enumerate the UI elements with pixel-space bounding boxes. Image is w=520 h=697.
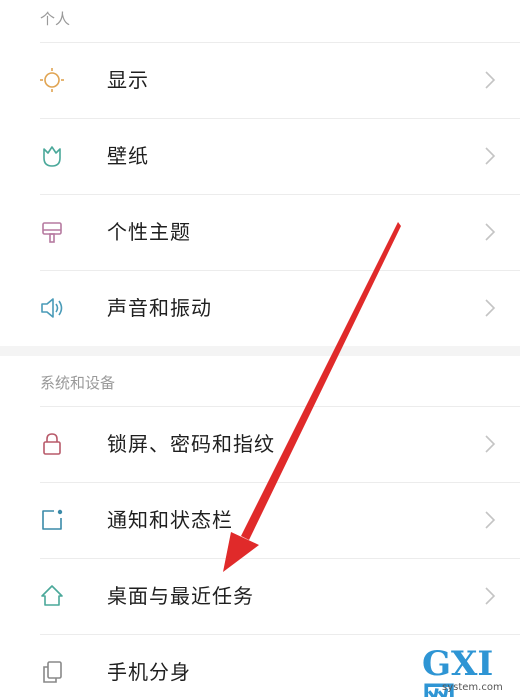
chevron-right-icon <box>485 511 496 529</box>
divider <box>40 42 520 43</box>
settings-item-label: 锁屏、密码和指纹 <box>107 432 275 456</box>
settings-item-label: 个性主题 <box>107 220 191 244</box>
settings-item-label: 桌面与最近任务 <box>107 584 254 608</box>
settings-item-label: 显示 <box>107 68 149 92</box>
settings-item-label: 声音和振动 <box>107 296 212 320</box>
chevron-right-icon <box>485 435 496 453</box>
flower-icon <box>43 146 61 167</box>
watermark-subtext: system.com <box>442 682 503 693</box>
divider <box>40 270 520 271</box>
divider <box>40 194 520 195</box>
chevron-right-icon <box>485 299 496 317</box>
divider <box>40 558 520 559</box>
settings-item-wallpaper[interactable]: 壁纸 <box>0 118 520 194</box>
divider <box>40 482 520 483</box>
settings-item-lockscreen[interactable]: 锁屏、密码和指纹 <box>0 406 520 482</box>
settings-screen: 个人 显示 壁纸 个性主题 声音和振动 系统和设备 锁屏、密码和指纹 通知和状态… <box>0 0 520 697</box>
section-separator <box>0 346 520 356</box>
chevron-right-icon <box>485 147 496 165</box>
sun-icon <box>40 68 64 92</box>
settings-item-home-screen[interactable]: 桌面与最近任务 <box>0 558 520 634</box>
lock-icon <box>43 433 61 455</box>
brush-icon <box>42 222 62 243</box>
settings-item-label: 壁纸 <box>107 144 149 168</box>
divider <box>40 406 520 407</box>
settings-item-notifications[interactable]: 通知和状态栏 <box>0 482 520 558</box>
settings-item-label: 手机分身 <box>107 660 191 684</box>
speaker-icon <box>41 298 63 318</box>
divider <box>40 118 520 119</box>
home-icon <box>41 585 63 606</box>
dual-phone-icon <box>43 661 62 683</box>
section-header-personal: 个人 <box>40 10 71 28</box>
settings-item-label: 通知和状态栏 <box>107 508 233 532</box>
divider <box>40 634 520 635</box>
watermark-logo: GXI网 system.com <box>422 646 518 697</box>
notification-icon <box>42 509 63 530</box>
chevron-right-icon <box>485 71 496 89</box>
settings-item-themes[interactable]: 个性主题 <box>0 194 520 270</box>
chevron-right-icon <box>485 587 496 605</box>
settings-item-sound[interactable]: 声音和振动 <box>0 270 520 346</box>
chevron-right-icon <box>485 223 496 241</box>
section-header-system: 系统和设备 <box>40 374 116 392</box>
settings-item-display[interactable]: 显示 <box>0 42 520 118</box>
